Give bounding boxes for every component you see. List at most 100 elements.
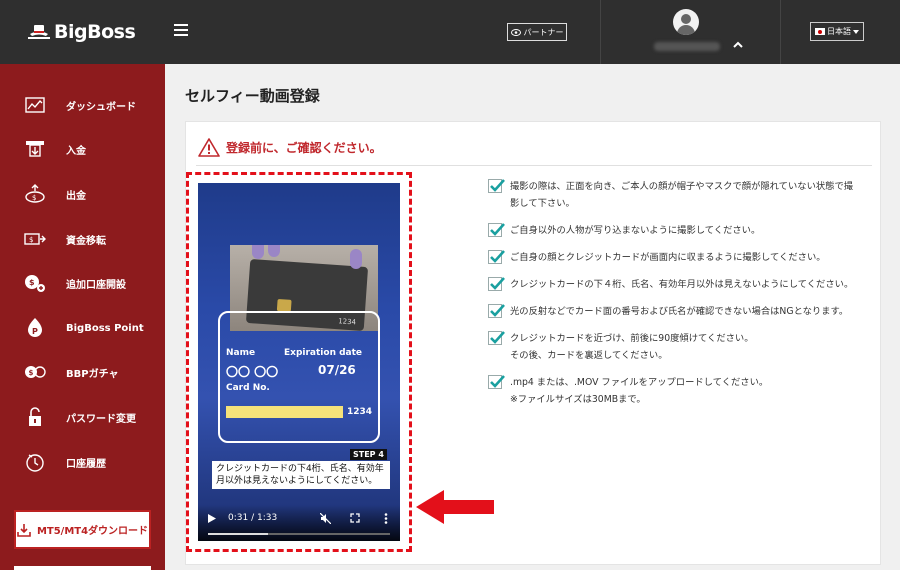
checklist-line: ※ファイルサイズは30MBまで。 [510, 394, 646, 405]
sidebar-item-history[interactable]: 口座履歴 [0, 447, 165, 477]
video-caption: クレジットカードの下4桁、氏名、有効年月以外は見えないようにしてください。 [212, 461, 390, 489]
download-label: MT5/MT4ダウンロード [36, 526, 149, 537]
sidebar-item-withdraw[interactable]: $ 出金 [0, 179, 165, 209]
sample-video-player[interactable]: 1234 Name Expiration date 〇〇 〇〇 07/26 Ca… [198, 183, 400, 541]
video-time: 0:31 / 1:33 [228, 513, 278, 523]
checkbox-checked-icon [488, 179, 505, 193]
checklist-text: ご自身の顔とクレジットカードが画面内に収まるように撮影してください。 [510, 249, 826, 266]
video-progress-bar[interactable] [208, 533, 390, 535]
checklist-line: 光の反射などでカード面の番号および氏名が確認できない場合はNGとなります。 [510, 306, 849, 317]
header-divider [600, 0, 601, 64]
svg-text:$: $ [29, 369, 34, 377]
sidebar-item-transfer[interactable]: $ 資金移転 [0, 224, 165, 254]
checklist-text: クレジットカードを近づけ、前後に90度傾けてください。 その後、カードを裏返してく… [510, 330, 754, 364]
partner-label: パートナー [523, 27, 564, 37]
checklist-line: ご自身の顔とクレジットカードが画面内に収まるように撮影してください。 [510, 252, 826, 263]
checkbox-checked-icon [488, 331, 505, 345]
svg-text:$: $ [29, 278, 35, 287]
language-select[interactable]: 日本語 [810, 22, 864, 41]
checklist-text: ご自身以外の人物が写り込まないように撮影してください。 [510, 222, 760, 239]
step-badge: STEP 4 [350, 449, 387, 460]
checkbox-checked-icon [488, 375, 505, 389]
logo-text: BigBoss [54, 21, 136, 43]
svg-text:P: P [32, 327, 38, 336]
checklist-item: ご自身の顔とクレジットカードが画面内に収まるように撮影してください。 [488, 249, 868, 266]
history-icon [24, 451, 46, 473]
checklist-line: 影して下さい。 [510, 198, 575, 209]
checklist-line: 撮影の際は、正面を向き、ご本人の顔が帽子やマスクで顔が隠れていない状態で撮 [510, 181, 854, 192]
expiry-value: 07/26 [318, 363, 356, 377]
checkbox-checked-icon [488, 223, 505, 237]
sidebar: ダッシュボード 入金 $ 出金 $ 資金移転 $ 追加口座開設 P BigBos… [0, 64, 165, 570]
red-pointer-arrow-icon [416, 490, 494, 524]
sidebar-item-password[interactable]: パスワード変更 [0, 402, 165, 432]
gacha-icon: $ [24, 361, 46, 383]
checklist-line: その後、カードを裏返してください。 [510, 350, 668, 361]
name-label: Name [226, 348, 256, 358]
japan-flag-icon [815, 28, 825, 35]
sidebar-item-bigboss-point[interactable]: P BigBoss Point [0, 313, 165, 343]
play-icon[interactable] [208, 514, 216, 523]
user-avatar-icon[interactable] [673, 9, 699, 35]
checklist-text: 撮影の際は、正面を向き、ご本人の顔が帽子やマスクで顔が隠れていない状態で撮 影して… [510, 178, 853, 212]
svg-text:$: $ [32, 194, 36, 202]
mt5-mt4-download-button[interactable]: MT5/MT4ダウンロード [14, 510, 151, 549]
name-value: 〇〇 〇〇 [226, 365, 279, 379]
checklist-line: ご自身以外の人物が写り込まないように撮影してください。 [510, 225, 761, 236]
sidebar-item-dashboard[interactable]: ダッシュボード [0, 90, 165, 120]
secondary-sidebar-button[interactable] [14, 566, 151, 570]
eye-icon [510, 28, 521, 36]
top-header: BigBoss パートナー 日本語 [0, 0, 900, 64]
checklist-text: クレジットカードの下４桁、氏名、有効年月以外は見えないようにしてください。 [510, 276, 853, 293]
transfer-icon: $ [24, 228, 46, 250]
checklist-item: ご自身以外の人物が写り込まないように撮影してください。 [488, 222, 868, 239]
partner-button[interactable]: パートナー [507, 23, 567, 41]
video-highlight-frame: 1234 Name Expiration date 〇〇 〇〇 07/26 Ca… [186, 172, 412, 552]
checklist-line: クレジットカードの下４桁、氏名、有効年月以外は見えないようにしてください。 [510, 279, 854, 290]
warning-triangle-icon [198, 138, 220, 157]
add-account-icon: $ [24, 272, 46, 294]
page-title: セルフィー動画登録 [185, 87, 320, 105]
warning-heading: 登録前に、ご確認ください。 [198, 138, 382, 157]
lock-icon [24, 406, 46, 428]
username-blurred [654, 42, 720, 51]
card-last4: 1234 [347, 407, 373, 417]
warning-text: 登録前に、ご確認ください。 [226, 141, 382, 155]
checklist-line: .mp4 または、.MOV ファイルをアップロードしてください。 [510, 377, 769, 388]
checklist-item: 撮影の際は、正面を向き、ご本人の顔が帽子やマスクで顔が隠れていない状態で撮 影して… [488, 178, 868, 212]
deposit-icon [24, 138, 46, 160]
svg-text:$: $ [29, 236, 33, 244]
language-label: 日本語 [827, 27, 851, 36]
mute-icon[interactable] [320, 513, 331, 524]
checklist-item: クレジットカードを近づけ、前後に90度傾けてください。 その後、カードを裏返してく… [488, 330, 868, 364]
sidebar-item-deposit[interactable]: 入金 [0, 134, 165, 164]
chart-icon [24, 94, 46, 116]
caret-down-icon [853, 29, 859, 34]
checklist-item: .mp4 または、.MOV ファイルをアップロードしてください。 ※ファイルサイズ… [488, 374, 868, 408]
checklist-text: .mp4 または、.MOV ファイルをアップロードしてください。 ※ファイルサイズ… [510, 374, 768, 408]
fullscreen-icon[interactable] [350, 513, 360, 523]
card-no-label: Card No. [226, 383, 270, 393]
checkbox-checked-icon [488, 250, 505, 264]
video-controls: 0:31 / 1:33 [198, 505, 400, 541]
more-options-icon[interactable] [384, 513, 388, 524]
sidebar-item-bbp-gacha[interactable]: $ BBPガチャ [0, 357, 165, 387]
checkbox-checked-icon [488, 304, 505, 318]
point-icon: P [24, 317, 46, 339]
menu-toggle-button[interactable] [174, 24, 188, 36]
checklist-item: クレジットカードの下４桁、氏名、有効年月以外は見えないようにしてください。 [488, 276, 868, 293]
chevron-up-icon[interactable] [733, 40, 743, 50]
checklist-line: クレジットカードを近づけ、前後に90度傾けてください。 [510, 333, 754, 344]
bigboss-logo[interactable]: BigBoss [26, 18, 146, 46]
hat-logo-icon [28, 25, 50, 39]
checklist-text: 光の反射などでカード面の番号および氏名が確認できない場合はNGとなります。 [510, 303, 848, 320]
expiry-label: Expiration date [284, 348, 363, 358]
card-number-mask [226, 406, 343, 418]
checklist-item: 光の反射などでカード面の番号および氏名が確認できない場合はNGとなります。 [488, 303, 868, 320]
withdraw-icon: $ [24, 183, 46, 205]
checkbox-checked-icon [488, 277, 505, 291]
card-info-overlay: Name Expiration date 〇〇 〇〇 07/26 Card No… [220, 348, 380, 418]
sidebar-item-add-account[interactable]: $ 追加口座開設 [0, 268, 165, 298]
video-progress-fill [208, 533, 269, 535]
download-icon [17, 523, 31, 537]
